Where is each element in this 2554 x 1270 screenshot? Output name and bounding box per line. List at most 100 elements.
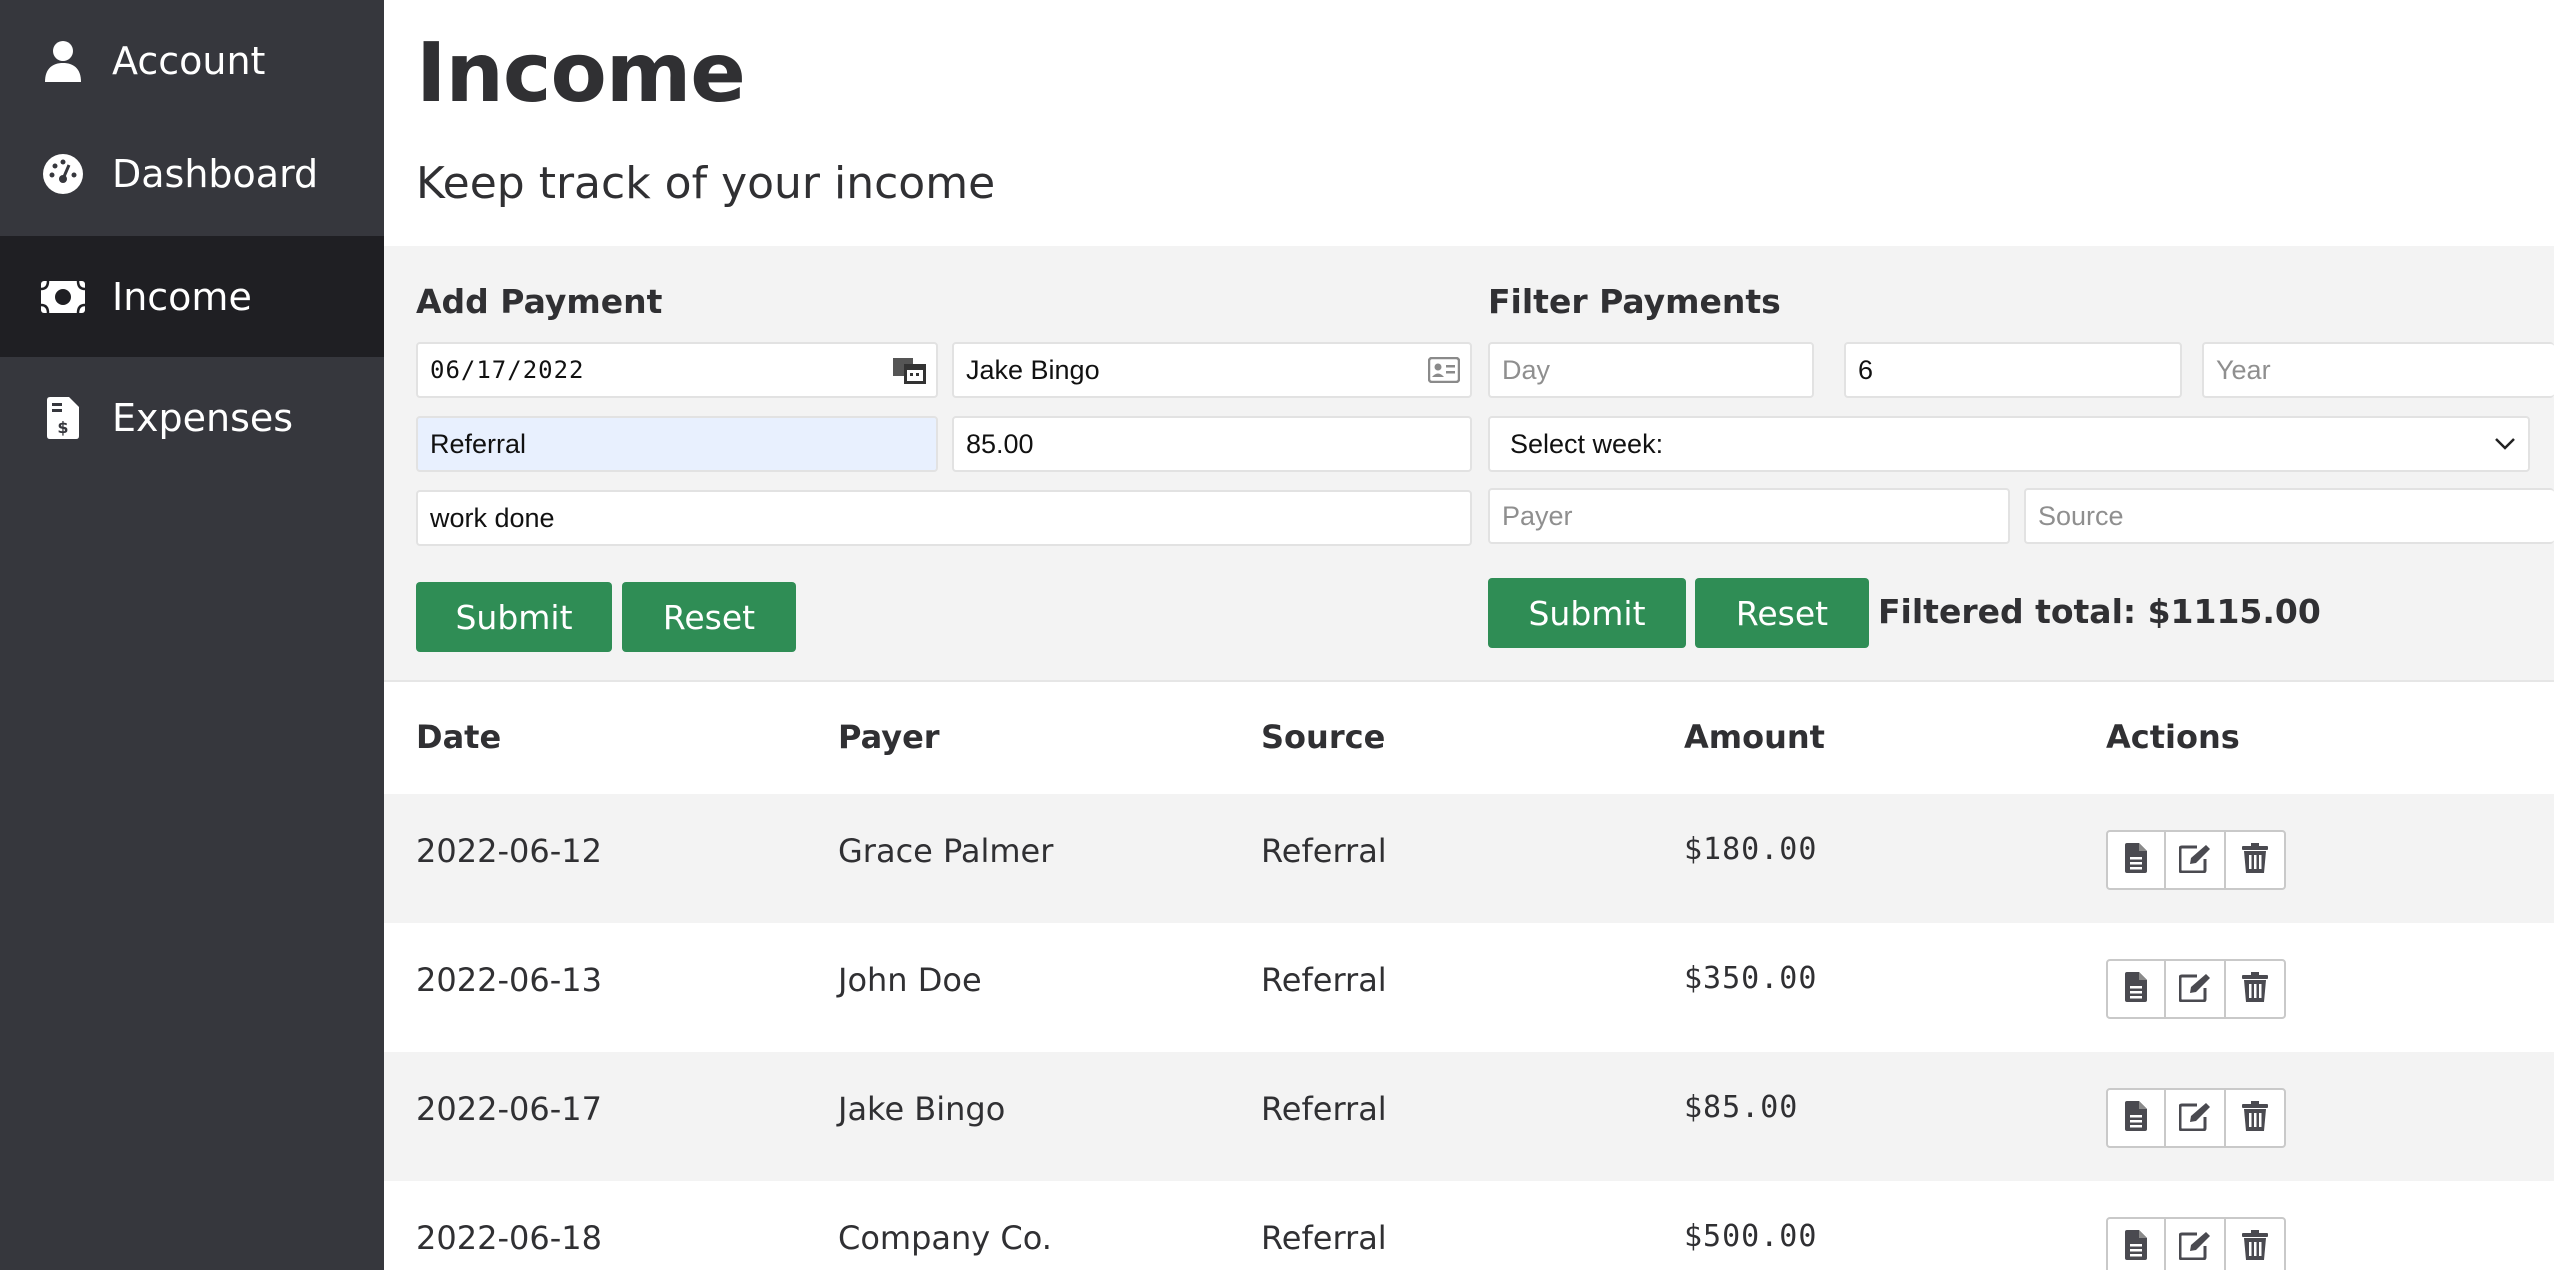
day-input[interactable]: Day bbox=[1488, 342, 1814, 398]
filter-source-input[interactable]: Source bbox=[2024, 488, 2554, 544]
money-bill-icon bbox=[40, 274, 86, 320]
day-placeholder: Day bbox=[1502, 354, 1551, 385]
date-input[interactable]: 06/17/2022 bbox=[416, 342, 938, 398]
view-button[interactable] bbox=[2106, 830, 2166, 890]
edit-button[interactable] bbox=[2164, 1217, 2226, 1270]
view-button[interactable] bbox=[2106, 959, 2166, 1019]
cell-source: Referral bbox=[1261, 832, 1387, 870]
column-header-actions: Actions bbox=[2106, 718, 2240, 756]
column-header-amount: Amount bbox=[1684, 718, 1825, 756]
calendar-icon[interactable] bbox=[892, 355, 928, 385]
edit-button[interactable] bbox=[2164, 959, 2226, 1019]
cell-date: 2022-06-13 bbox=[416, 961, 602, 999]
delete-button[interactable] bbox=[2224, 830, 2286, 890]
delete-button[interactable] bbox=[2224, 1088, 2286, 1148]
trash-icon bbox=[2242, 972, 2268, 1006]
cell-payer: Grace Palmer bbox=[838, 832, 1054, 870]
delete-button[interactable] bbox=[2224, 1217, 2286, 1270]
sidebar-item-income[interactable]: Income bbox=[0, 236, 384, 357]
svg-text:$: $ bbox=[57, 418, 68, 437]
edit-icon bbox=[2178, 843, 2211, 877]
table-row: 2022-06-13 John Doe Referral $350.00 bbox=[384, 923, 2554, 1052]
sidebar-item-account[interactable]: Account bbox=[0, 0, 384, 121]
notes-value: work done bbox=[430, 502, 555, 533]
gauge-icon bbox=[40, 151, 86, 197]
filter-payer-input[interactable]: Payer bbox=[1488, 488, 2010, 544]
table-row: 2022-06-18 Company Co. Referral $500.00 bbox=[384, 1181, 2554, 1270]
view-button[interactable] bbox=[2106, 1217, 2166, 1270]
date-value: 06/17/2022 bbox=[430, 356, 585, 384]
filter-reset-button[interactable]: Reset bbox=[1695, 578, 1869, 648]
amount-input[interactable]: 85.00 bbox=[952, 416, 1472, 472]
page-title: Income bbox=[416, 26, 746, 121]
cell-source: Referral bbox=[1261, 1090, 1387, 1128]
table-row: 2022-06-12 Grace Palmer Referral $180.00 bbox=[384, 794, 2554, 923]
cell-date: 2022-06-18 bbox=[416, 1219, 602, 1257]
cell-amount: $180.00 bbox=[1684, 832, 1818, 867]
edit-icon bbox=[2178, 972, 2211, 1006]
cell-source: Referral bbox=[1261, 961, 1387, 999]
chevron-down-icon bbox=[2494, 437, 2516, 451]
source-placeholder: Source bbox=[2038, 500, 2124, 531]
month-input[interactable]: 6 bbox=[1844, 342, 2182, 398]
filter-payments-title: Filter Payments bbox=[1488, 282, 1781, 321]
sidebar: Account Dashboard Income $ Expenses bbox=[0, 0, 384, 1270]
cell-payer: John Doe bbox=[838, 961, 982, 999]
column-header-source: Source bbox=[1261, 718, 1386, 756]
cell-payer: Company Co. bbox=[838, 1219, 1052, 1257]
file-icon bbox=[2125, 972, 2147, 1006]
filtered-total: Filtered total: $1115.00 bbox=[1878, 592, 2321, 631]
invoice-dollar-icon: $ bbox=[40, 395, 86, 441]
year-input[interactable]: Year bbox=[2202, 342, 2554, 398]
view-button[interactable] bbox=[2106, 1088, 2166, 1148]
source-input[interactable]: Referral bbox=[416, 416, 938, 472]
sidebar-item-label: Income bbox=[112, 274, 252, 319]
sidebar-item-dashboard[interactable]: Dashboard bbox=[0, 113, 384, 234]
source-value: Referral bbox=[430, 428, 527, 459]
main-content: Income Keep track of your income Add Pay… bbox=[384, 0, 2554, 1270]
month-value: 6 bbox=[1858, 354, 1874, 385]
trash-icon bbox=[2242, 1230, 2268, 1264]
sidebar-item-label: Expenses bbox=[112, 395, 294, 440]
week-select[interactable]: Select week: bbox=[1488, 416, 2530, 472]
edit-icon bbox=[2178, 1230, 2211, 1264]
row-actions bbox=[2106, 1088, 2286, 1148]
year-placeholder: Year bbox=[2216, 354, 2271, 385]
edit-icon bbox=[2178, 1101, 2211, 1135]
notes-input[interactable]: work done bbox=[416, 490, 1472, 546]
amount-value: 85.00 bbox=[966, 428, 1034, 459]
add-submit-button[interactable]: Submit bbox=[416, 582, 612, 652]
cell-amount: $350.00 bbox=[1684, 961, 1818, 996]
add-payment-title: Add Payment bbox=[416, 282, 663, 321]
sidebar-item-label: Account bbox=[112, 38, 266, 83]
cell-date: 2022-06-17 bbox=[416, 1090, 602, 1128]
file-icon bbox=[2125, 843, 2147, 877]
edit-button[interactable] bbox=[2164, 830, 2226, 890]
row-actions bbox=[2106, 959, 2286, 1019]
trash-icon bbox=[2242, 1101, 2268, 1135]
sidebar-item-label: Dashboard bbox=[112, 151, 319, 196]
form-panel: Add Payment 06/17/2022 Jake Bingo Referr… bbox=[384, 246, 2554, 682]
add-reset-button[interactable]: Reset bbox=[622, 582, 796, 652]
payer-placeholder: Payer bbox=[1502, 500, 1573, 531]
column-header-date: Date bbox=[416, 718, 502, 756]
cell-source: Referral bbox=[1261, 1219, 1387, 1257]
row-actions bbox=[2106, 830, 2286, 890]
user-icon bbox=[40, 38, 86, 84]
column-header-payer: Payer bbox=[838, 718, 940, 756]
payer-value: Jake Bingo bbox=[966, 354, 1100, 385]
file-icon bbox=[2125, 1230, 2147, 1264]
sidebar-item-expenses[interactable]: $ Expenses bbox=[0, 357, 384, 478]
cell-amount: $85.00 bbox=[1684, 1090, 1799, 1125]
table-row: 2022-06-17 Jake Bingo Referral $85.00 bbox=[384, 1052, 2554, 1181]
cell-payer: Jake Bingo bbox=[838, 1090, 1006, 1128]
payer-input[interactable]: Jake Bingo bbox=[952, 342, 1472, 398]
file-icon bbox=[2125, 1101, 2147, 1135]
cell-amount: $500.00 bbox=[1684, 1219, 1818, 1254]
edit-button[interactable] bbox=[2164, 1088, 2226, 1148]
filter-submit-button[interactable]: Submit bbox=[1488, 578, 1686, 648]
week-selected-value: Select week: bbox=[1510, 428, 1664, 459]
contact-card-icon[interactable] bbox=[1428, 357, 1460, 383]
delete-button[interactable] bbox=[2224, 959, 2286, 1019]
cell-date: 2022-06-12 bbox=[416, 832, 602, 870]
